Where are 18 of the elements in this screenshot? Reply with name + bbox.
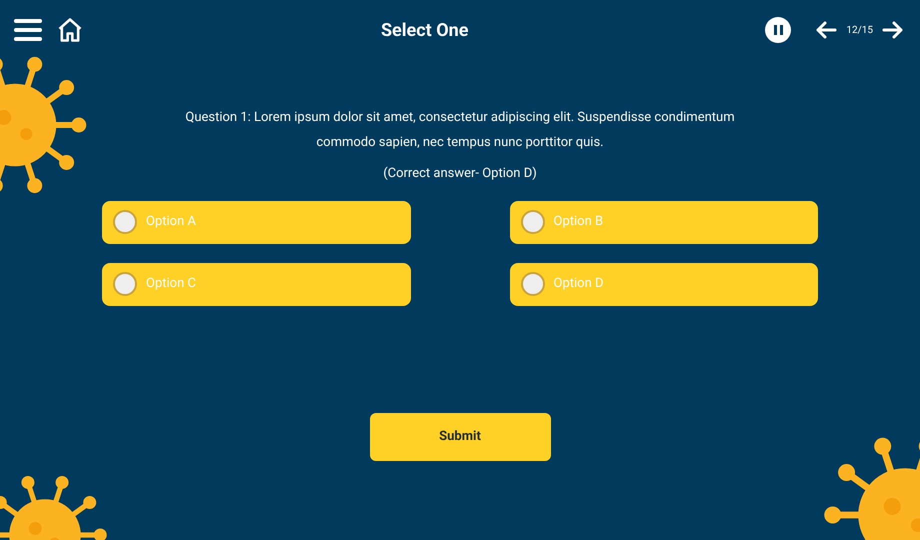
- radio-button[interactable]: [113, 272, 137, 296]
- radio-button[interactable]: [520, 272, 544, 296]
- page-title: Select One: [380, 18, 468, 42]
- progress-counter: 12/15: [846, 24, 873, 38]
- radio-button[interactable]: [113, 210, 137, 234]
- answer-option[interactable]: Option B: [510, 200, 818, 244]
- answer-hint: (Correct answer- Option D): [383, 165, 537, 183]
- home-icon[interactable]: [56, 16, 84, 44]
- answer-option[interactable]: Option C: [102, 262, 410, 306]
- radio-button[interactable]: [520, 210, 544, 234]
- forward-arrow-icon[interactable]: [882, 20, 904, 40]
- answer-option[interactable]: Option A: [102, 200, 410, 244]
- submit-button[interactable]: Submit: [370, 412, 550, 460]
- pause-button[interactable]: [765, 17, 792, 43]
- back-arrow-icon[interactable]: [815, 20, 838, 40]
- menu-icon[interactable]: [14, 19, 42, 41]
- answer-option[interactable]: Option D: [510, 262, 818, 306]
- question-text: Question 1: Lorem ipsum dolor sit amet, consectetur adipiscing elit. Suspendisse condimentum commodo sapien, nec tempus nunc porttitor quis.: [184, 109, 736, 152]
